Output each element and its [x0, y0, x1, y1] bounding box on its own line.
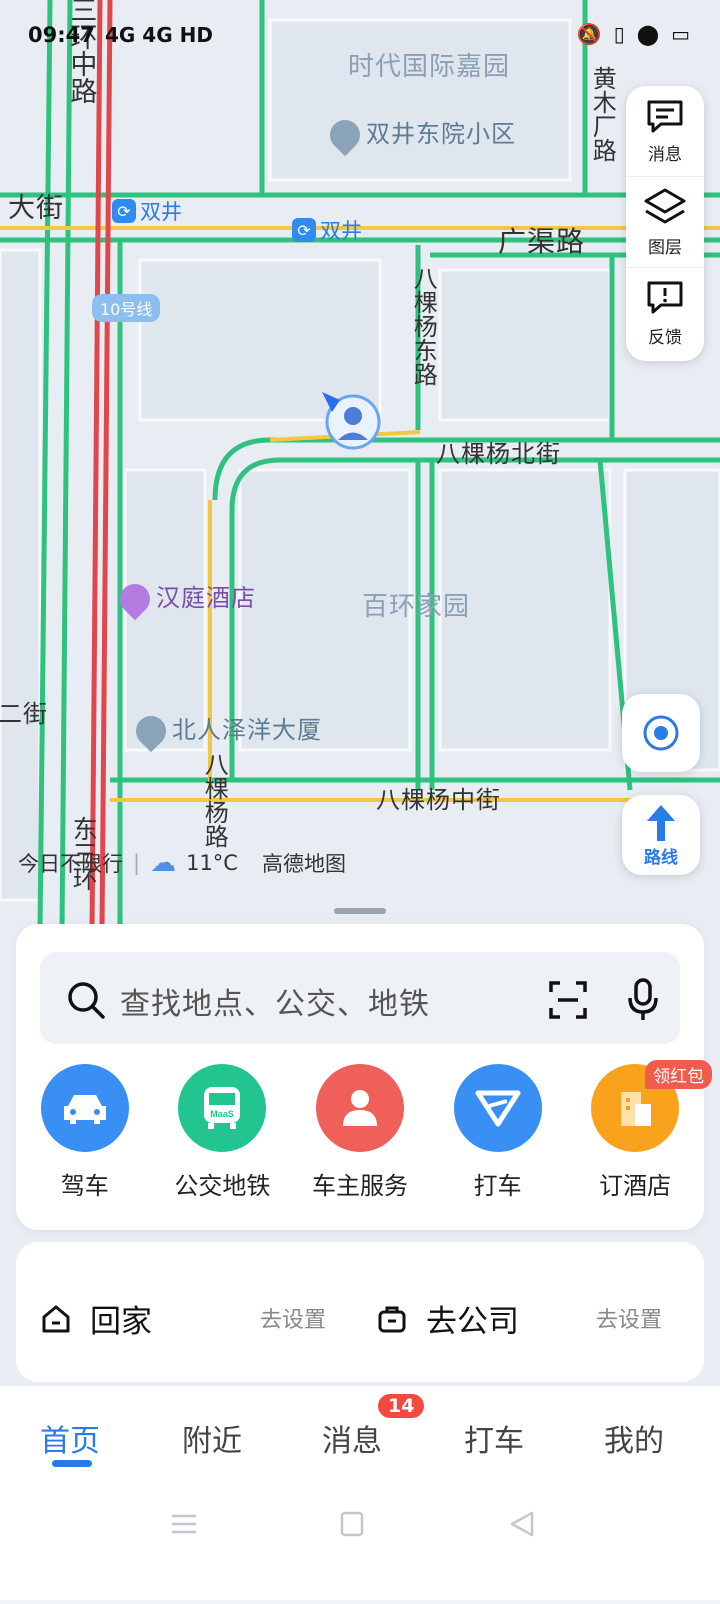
road-label-bky-road: 八棵杨路 [200, 752, 229, 848]
brand-text: 高德地图 [261, 852, 346, 876]
status-icons: 🔕 ▯ ⬤ ▭ [577, 22, 690, 46]
service-owner[interactable]: 车主服务 [295, 1064, 425, 1201]
status-bar: 09:47 4G 4G HD 🔕 ▯ ⬤ ▭ [0, 0, 720, 70]
service-label: 驾车 [60, 1172, 109, 1200]
service-taxi[interactable]: 打车 [433, 1064, 563, 1201]
scan-icon[interactable] [548, 980, 588, 1020]
search-icon [68, 982, 105, 1019]
feedback-button[interactable]: 反馈 [626, 267, 704, 358]
map-info-row: 今日不限行 | ☁ 11°C 高德地图 [18, 848, 346, 878]
building-icon [129, 709, 173, 753]
work-shortcut[interactable]: 去公司 [376, 1296, 519, 1341]
separator: | [133, 851, 141, 875]
work-label: 去公司 [426, 1304, 519, 1340]
mute-icon: 🔕 [576, 22, 602, 46]
road-label-huangmuchang: 黄木厂路 [588, 66, 617, 162]
message-count-badge: 14 [378, 1394, 425, 1418]
cloud-icon: ☁ [150, 848, 177, 878]
road-label-guangqu: 广渠路 [498, 225, 586, 258]
work-setup-link[interactable]: 去设置 [596, 1302, 662, 1334]
feedback-icon [647, 281, 683, 313]
message-icon [647, 100, 683, 132]
road-label-bky-east: 八棵杨东路 [409, 266, 438, 386]
taxi-icon [453, 1064, 542, 1152]
building-icon [323, 113, 367, 157]
service-drive[interactable]: 驾车 [20, 1064, 150, 1201]
temperature: 11°C [186, 851, 238, 875]
station-label: 双井 [140, 200, 182, 224]
sheet-drag-handle[interactable] [334, 908, 386, 914]
home-icon [42, 1305, 70, 1332]
bottom-tab-bar: 首页 附近 消息 打车 我的 [0, 1386, 720, 1486]
feedback-label: 反馈 [648, 327, 682, 348]
hotel-icon [113, 577, 157, 621]
messages-label: 消息 [648, 144, 682, 165]
poi-shuangjing-yuan[interactable]: 双井东院小区 [323, 113, 516, 157]
route-button[interactable]: 路线 [622, 795, 700, 875]
search-bar[interactable]: 查找地点、公交、地铁 [40, 952, 680, 1044]
road-label-bky-north: 八棵杨北街 [436, 440, 561, 468]
shortcut-card: 回家 去设置 去公司 去设置 [16, 1242, 704, 1382]
poi-hanting[interactable]: 汉庭酒店 [113, 577, 256, 621]
battery-icon: ▭ [671, 22, 690, 46]
poi-baihuan[interactable]: 百环家园 [362, 586, 470, 623]
menu-nav-icon [172, 1514, 196, 1534]
locate-me-button[interactable] [622, 694, 700, 772]
status-time: 09:47 [28, 23, 95, 47]
layers-button[interactable]: 图层 [626, 176, 704, 267]
poi-label: 北人泽洋大厦 [172, 716, 322, 744]
road-label-bky-mid: 八棵杨中街 [376, 786, 501, 814]
tab-messages[interactable]: 消息 [322, 1416, 382, 1460]
home-nav-icon [340, 1511, 364, 1537]
home-label: 回家 [90, 1304, 152, 1340]
poi-beiren[interactable]: 北人泽洋大厦 [129, 709, 322, 753]
back-nav-icon [510, 1511, 534, 1537]
microphone-icon[interactable] [626, 978, 660, 1022]
person-icon [315, 1064, 404, 1152]
tab-home[interactable]: 首页 [40, 1416, 100, 1460]
subway-icon: ⟳ [112, 199, 136, 223]
search-placeholder: 查找地点、公交、地铁 [120, 987, 430, 1022]
poi-label: 汉庭酒店 [156, 584, 256, 612]
active-tab-indicator [52, 1460, 92, 1467]
road-label-dajie: 大街 [8, 193, 64, 224]
location-icon: ⬤ [636, 22, 660, 46]
layers-label: 图层 [648, 237, 682, 258]
subway-station-shuangjing-2[interactable]: ⟳ 双井 [292, 215, 362, 245]
network-indicator: 4G 4G HD [105, 23, 213, 47]
briefcase-icon [378, 1306, 406, 1332]
station-label: 双井 [320, 219, 362, 243]
car-icon [40, 1064, 129, 1152]
road-label-erjie: 二街 [0, 700, 48, 728]
layers-icon [644, 188, 686, 223]
vibrate-icon: ▯ [613, 22, 625, 46]
tab-taxi[interactable]: 打车 [464, 1416, 524, 1460]
tab-nearby[interactable]: 附近 [182, 1416, 242, 1460]
service-label: 订酒店 [599, 1172, 672, 1200]
red-packet-badge: 领红包 [645, 1060, 713, 1089]
service-label: 车主服务 [311, 1172, 408, 1200]
subway-station-shuangjing[interactable]: ⟳ 双井 [112, 196, 182, 226]
home-setup-link[interactable]: 去设置 [260, 1302, 326, 1334]
target-icon [643, 715, 679, 751]
system-nav-bar [0, 1486, 720, 1600]
restriction-text: 今日不限行 [18, 852, 123, 876]
route-arrow-icon [647, 804, 675, 841]
tab-profile[interactable]: 我的 [604, 1416, 664, 1460]
subway-line-tag: 10号线 [92, 294, 161, 322]
messages-button[interactable]: 消息 [626, 86, 704, 176]
poi-label: 双井东院小区 [366, 120, 516, 148]
service-grid: 驾车 MaaS 公交地铁 车主服务 打车 领红包 订酒店 [16, 1060, 713, 1201]
bus-icon: MaaS [178, 1064, 267, 1152]
search-card: 查找地点、公交、地铁 驾车 MaaS 公交地铁 车主服务 打车 领红包 订酒店 [16, 924, 713, 1230]
home-shortcut[interactable]: 回家 [40, 1296, 152, 1341]
service-hotel[interactable]: 领红包 订酒店 [570, 1060, 713, 1201]
route-label: 路线 [644, 847, 678, 868]
subway-icon: ⟳ [292, 218, 316, 242]
svg-text:MaaS: MaaS [211, 1109, 235, 1119]
service-transit[interactable]: MaaS 公交地铁 [157, 1064, 287, 1201]
map-tools-panel: 消息 图层 反馈 [626, 86, 704, 361]
service-label: 打车 [473, 1172, 522, 1200]
service-label: 公交地铁 [174, 1172, 271, 1200]
